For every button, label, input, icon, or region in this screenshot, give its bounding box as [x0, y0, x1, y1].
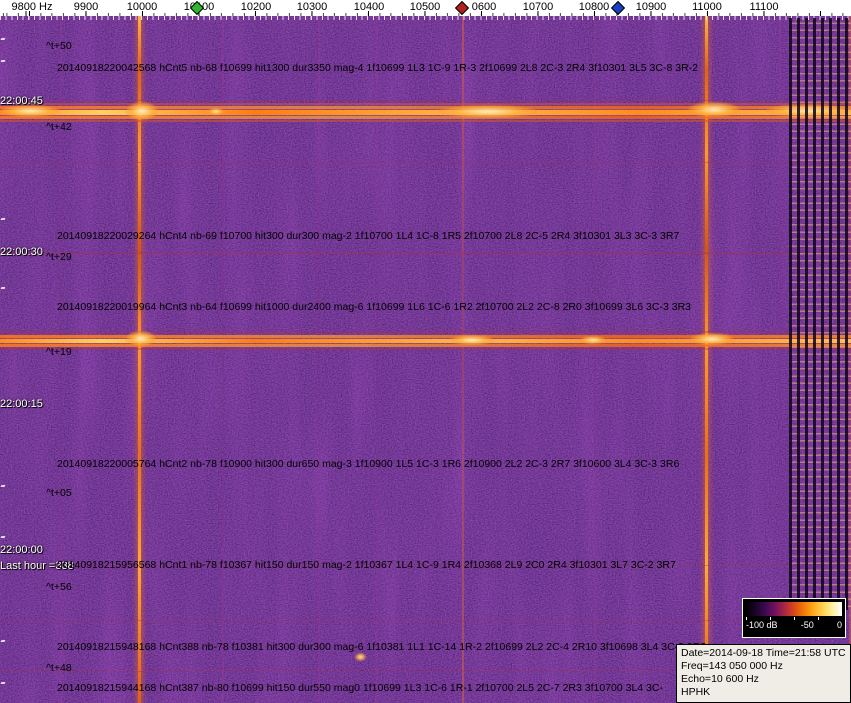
- meteor-ping-band: [0, 348, 851, 350]
- meteor-ping-band: [0, 620, 851, 621]
- legend-max-label: 0: [837, 620, 842, 631]
- event-annotation: 20140918220029264 hCnt4 nb-69 f10700 hit…: [57, 230, 679, 242]
- info-line: Freq=143 050 000 Hz: [681, 660, 846, 673]
- waterfall-display: 22:00:4522:00:3022:00:1522:00:00Last hou…: [0, 16, 851, 703]
- status-info-box: Date=2014-09-18 Time=21:58 UTCFreq=143 0…: [676, 644, 851, 703]
- info-line: HPHK: [681, 686, 846, 699]
- info-line: Echo=10 600 Hz: [681, 673, 846, 686]
- frequency-scale: 9800 Hz990010000101001020010300104001050…: [0, 0, 851, 16]
- time-label: 22:00:15: [0, 398, 43, 410]
- event-annotation: 20140918220005764 hCnt2 nb-78 f10900 hit…: [57, 458, 679, 470]
- legend-mid-label: -50: [801, 620, 814, 631]
- event-annotation: ^t+29: [46, 251, 72, 263]
- event-annotation: 20140918220042568 hCnt5 nb-68 f10699 hit…: [57, 62, 698, 74]
- meteor-ping-band: [0, 162, 851, 163]
- legend-min-label: -100 dB: [746, 620, 778, 631]
- event-annotation: ^t+48: [46, 662, 72, 674]
- info-line: Date=2014-09-18 Time=21:58 UTC: [681, 647, 846, 660]
- signal-hot-spot: [688, 102, 740, 117]
- signal-hot-spot: [126, 331, 156, 346]
- top-tick-ruler: [0, 16, 851, 20]
- colormap-gradient: [746, 602, 842, 616]
- meteor-ping-band: [0, 120, 851, 122]
- meteor-ping-band: [0, 100, 851, 101]
- frequency-major-ticks: [0, 11, 851, 16]
- meteor-ping-band: [0, 331, 851, 333]
- right-dash-ruler: [789, 18, 851, 610]
- event-annotation: ^t+56: [46, 581, 72, 593]
- meteor-ping-band: [0, 252, 851, 254]
- event-annotation: ^t+05: [46, 487, 72, 499]
- time-label: 22:00:00: [0, 544, 43, 556]
- signal-hot-spot: [438, 105, 538, 118]
- time-label: 22:00:30: [0, 246, 43, 258]
- colormap-labels: -100 dB -50 0: [743, 620, 845, 631]
- event-annotation: 20140918220019964 hCnt3 nb-64 f10699 hit…: [57, 301, 691, 313]
- colormap-legend: -100 dB -50 0: [742, 598, 846, 638]
- signal-hot-spot: [690, 333, 734, 345]
- spectrum-lab-window: 9800 Hz990010000101001020010300104001050…: [0, 0, 851, 703]
- event-annotation: ^t+19: [46, 346, 72, 358]
- signal-hot-spot: [355, 653, 366, 661]
- event-annotation: 20140918215948168 hCnt388 nb-78 f10381 h…: [57, 641, 706, 653]
- signal-hot-spot: [126, 102, 158, 120]
- signal-hot-spot: [580, 336, 606, 344]
- event-annotation: 20140918215956568 hCnt1 nb-78 f10367 hit…: [57, 559, 676, 571]
- time-label: 22:00:45: [0, 95, 43, 107]
- signal-hot-spot: [208, 108, 224, 115]
- event-annotation: ^t+50: [46, 40, 72, 52]
- meteor-ping-band: [0, 344, 851, 347]
- event-annotation: ^t+42: [46, 121, 72, 133]
- event-annotation: 20140918215944168 hCnt387 nb-80 f10699 h…: [57, 682, 663, 694]
- signal-hot-spot: [450, 335, 494, 345]
